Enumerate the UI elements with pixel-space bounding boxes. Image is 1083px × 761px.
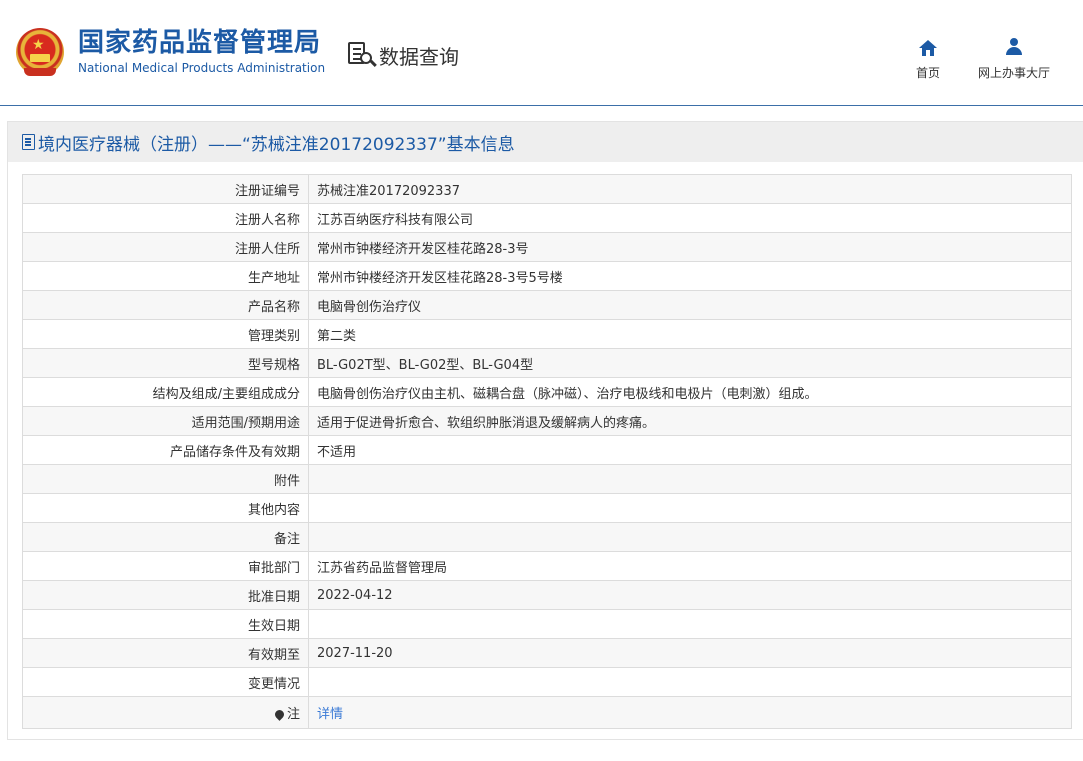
field-label: 型号规格 [22, 348, 309, 378]
table-row: 有效期至 2027-11-20 [22, 638, 1072, 668]
home-icon [918, 40, 937, 56]
table-row: 注册人住所 常州市钟楼经济开发区桂花路28-3号 [22, 232, 1072, 262]
field-label: 批准日期 [22, 580, 309, 610]
field-label: 备注 [22, 522, 309, 552]
table-row: 生产地址 常州市钟楼经济开发区桂花路28-3号5号楼 [22, 261, 1072, 291]
note-label: 注 [286, 707, 300, 722]
field-label: 注册人住所 [22, 232, 309, 262]
table-row: 适用范围/预期用途 适用于促进骨折愈合、软组织肿胀消退及缓解病人的疼痛。 [22, 406, 1072, 436]
table-row: 其他内容 [22, 493, 1072, 523]
table-row: 附件 [22, 464, 1072, 494]
site-header: ★ 国家药品监督管理局 National Medical Products Ad… [0, 0, 1083, 106]
table-row: 生效日期 [22, 609, 1072, 639]
field-value: 江苏省药品监督管理局 [308, 551, 1072, 581]
panel-title-bar: 境内医疗器械（注册）——“苏械注准20172092337”基本信息 [8, 122, 1083, 162]
field-value: 不适用 [308, 435, 1072, 465]
site-logo[interactable]: ★ 国家药品监督管理局 National Medical Products Ad… [16, 28, 325, 76]
top-nav: 首页 网上办事大厅 [878, 34, 1050, 81]
details-link[interactable]: 详情 [317, 707, 343, 722]
pin-icon [273, 708, 286, 721]
field-value: 常州市钟楼经济开发区桂花路28-3号 [308, 232, 1072, 262]
note-value-cell: 详情 [308, 696, 1072, 729]
field-label: 生产地址 [22, 261, 309, 291]
org-name-en: National Medical Products Administration [78, 61, 326, 75]
data-query-heading: 数据查询 [347, 40, 459, 70]
field-value [308, 464, 1072, 494]
panel-title: 境内医疗器械（注册）——“苏械注准20172092337”基本信息 [38, 134, 515, 155]
field-label: 审批部门 [22, 551, 309, 581]
table-row: 型号规格 BL-G02T型、BL-G02型、BL-G04型 [22, 348, 1072, 378]
field-label: 其他内容 [22, 493, 309, 523]
table-row-note: 注 详情 [22, 696, 1072, 729]
field-value [308, 493, 1072, 523]
field-label: 管理类别 [22, 319, 309, 349]
nav-home[interactable]: 首页 [916, 34, 940, 81]
table-row: 管理类别 第二类 [22, 319, 1072, 349]
field-value: 第二类 [308, 319, 1072, 349]
field-label: 变更情况 [22, 667, 309, 697]
field-label: 生效日期 [22, 609, 309, 639]
field-value: 江苏百纳医疗科技有限公司 [308, 203, 1072, 233]
data-query-label: 数据查询 [379, 44, 459, 69]
user-icon [1005, 38, 1023, 56]
nav-home-label: 首页 [915, 66, 940, 80]
table-row: 变更情况 [22, 667, 1072, 697]
table-row: 批准日期 2022-04-12 [22, 580, 1072, 610]
field-label: 产品储存条件及有效期 [22, 435, 309, 465]
table-row: 产品名称 电脑骨创伤治疗仪 [22, 290, 1072, 320]
field-value: 电脑骨创伤治疗仪 [308, 290, 1072, 320]
detail-panel: 境内医疗器械（注册）——“苏械注准20172092337”基本信息 注册证编号苏… [7, 121, 1083, 740]
field-label: 附件 [22, 464, 309, 494]
note-label-cell: 注 [22, 696, 309, 729]
field-label: 产品名称 [22, 290, 309, 320]
field-label: 适用范围/预期用途 [22, 406, 309, 436]
field-value: 2027-11-20 [308, 638, 1072, 668]
field-value: 电脑骨创伤治疗仪由主机、磁耦合盘（脉冲磁）、治疗电极线和电极片（电刺激）组成。 [308, 377, 1072, 407]
table-row: 结构及组成/主要组成成分 电脑骨创伤治疗仪由主机、磁耦合盘（脉冲磁）、治疗电极线和… [22, 377, 1072, 407]
field-label: 注册人名称 [22, 203, 309, 233]
field-value [308, 522, 1072, 552]
national-emblem-icon: ★ [16, 28, 64, 76]
field-value: 常州市钟楼经济开发区桂花路28-3号5号楼 [308, 261, 1072, 291]
table-row: 注册证编号 苏械注准20172092337 [22, 174, 1072, 204]
org-name-cn: 国家药品监督管理局 [78, 28, 322, 58]
nav-online-service-hall[interactable]: 网上办事大厅 [978, 34, 1050, 81]
nav-online-service-hall-label: 网上办事大厅 [977, 66, 1050, 80]
info-table: 注册证编号 苏械注准20172092337 注册人名称 江苏百纳医疗科技有限公司 注册人… [22, 174, 1072, 729]
header-divider [0, 105, 1083, 106]
table-row: 备注 [22, 522, 1072, 552]
table-row: 产品储存条件及有效期 不适用 [22, 435, 1072, 465]
field-value: 2022-04-12 [308, 580, 1072, 610]
field-value: 苏械注准20172092337 [308, 174, 1072, 204]
field-value [308, 667, 1072, 697]
field-value: BL-G02T型、BL-G02型、BL-G04型 [308, 348, 1072, 378]
table-row: 注册人名称 江苏百纳医疗科技有限公司 [22, 203, 1072, 233]
field-label: 注册证编号 [22, 174, 309, 204]
document-icon [22, 134, 35, 150]
field-value: 适用于促进骨折愈合、软组织肿胀消退及缓解病人的疼痛。 [308, 406, 1072, 436]
field-label: 结构及组成/主要组成成分 [22, 377, 309, 407]
field-value [308, 609, 1072, 639]
table-row: 审批部门 江苏省药品监督管理局 [22, 551, 1072, 581]
field-label: 有效期至 [22, 638, 309, 668]
document-search-icon [347, 40, 377, 70]
